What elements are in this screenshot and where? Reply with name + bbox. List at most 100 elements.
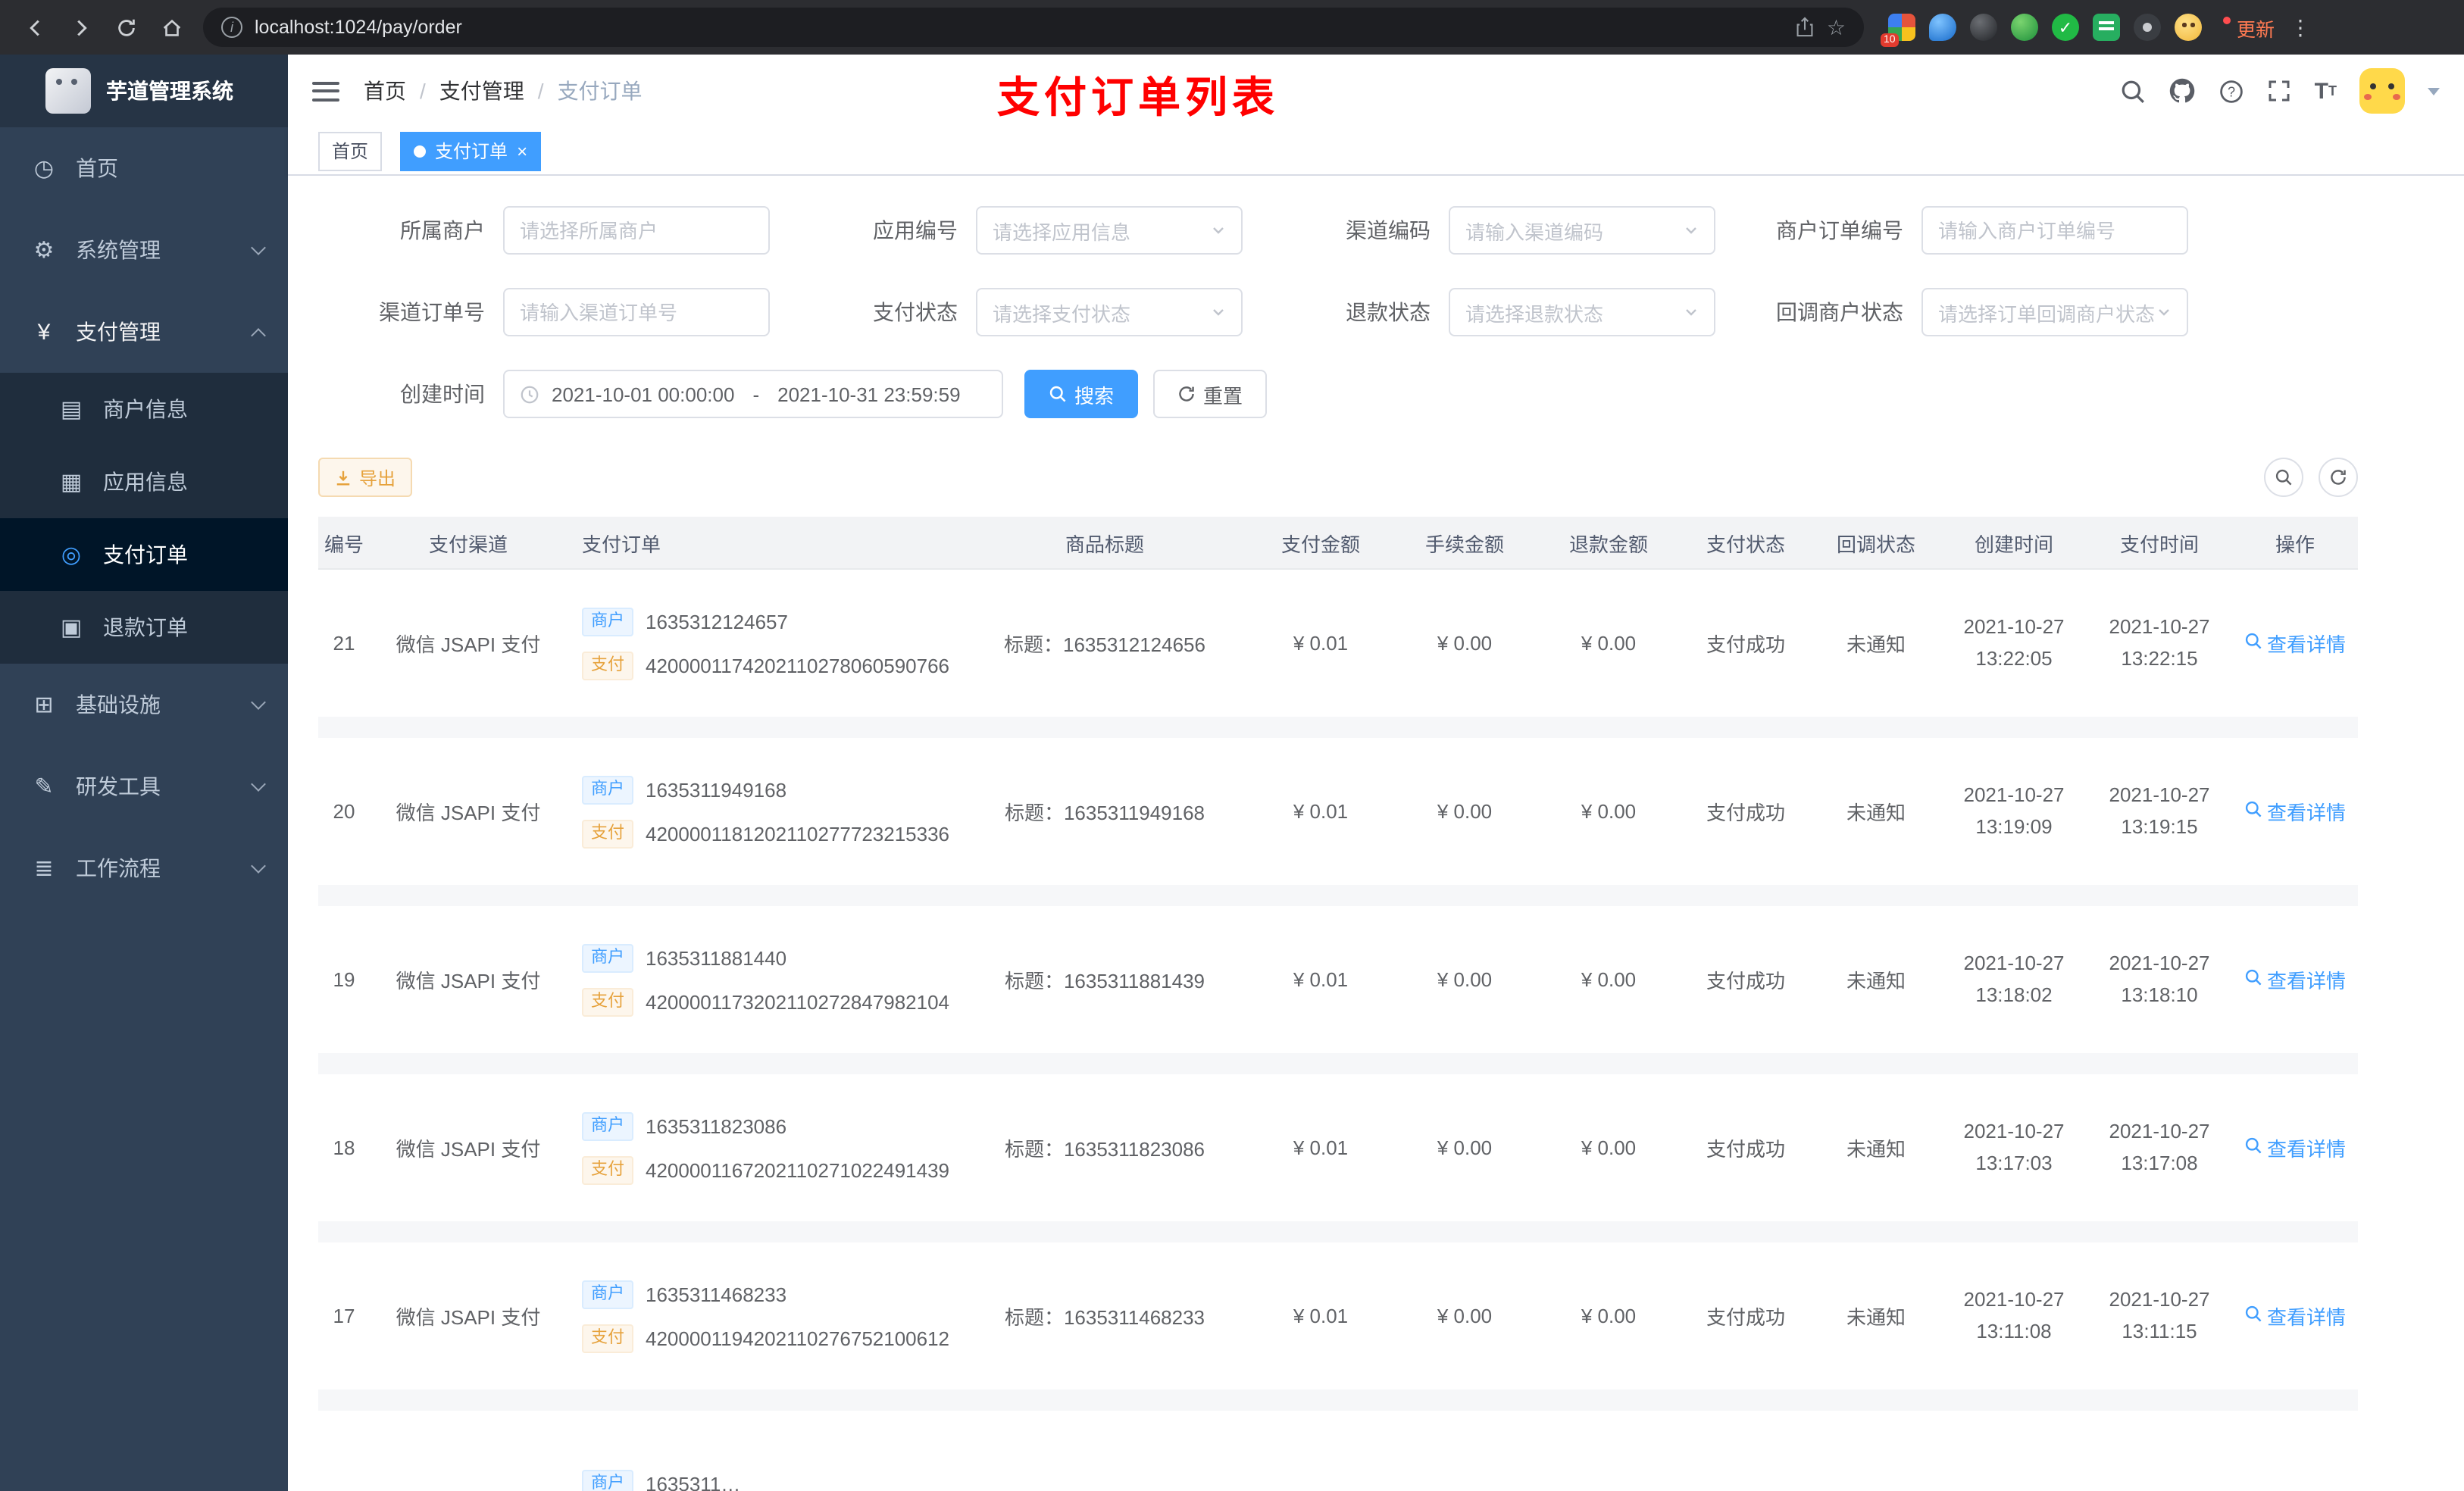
sidebar-subitem[interactable]: ▣ 退款订单 [0, 591, 288, 664]
cell-create-time: 2021-10-27 13:18:02 [1963, 951, 2065, 1005]
view-detail-link[interactable]: 查看详情 [2244, 1302, 2346, 1330]
column-header: 操作 [2275, 533, 2315, 555]
filter-label: 回调商户状态 [1776, 300, 1903, 324]
chat-extension-icon[interactable] [2093, 14, 2120, 41]
extension-icon[interactable] [2011, 14, 2038, 41]
date-range-input[interactable]: 2021-10-01 00:00:00 - 2021-10-31 23:59:5… [503, 370, 1003, 418]
sidebar-subitem[interactable]: ▤ 商户信息 [0, 373, 288, 445]
forward-icon[interactable] [61, 8, 100, 47]
cell-id: 18 [333, 1136, 355, 1159]
merchant-order-line: 商户 1635312124657 [582, 607, 788, 636]
view-detail-label: 查看详情 [2266, 970, 2346, 992]
hamburger-icon[interactable] [312, 81, 339, 101]
sidebar-item[interactable]: ✎ 研发工具 [0, 746, 288, 827]
logo-image [45, 68, 91, 114]
view-detail-link[interactable]: 查看详情 [2244, 965, 2346, 994]
pin-extension-icon[interactable] [2134, 14, 2161, 41]
cell-channel: 微信 JSAPI 支付 [396, 1138, 541, 1161]
fullscreen-icon[interactable] [2268, 79, 2292, 103]
bookmark-icon[interactable] [1827, 14, 1846, 40]
chevron-down-icon[interactable] [2428, 87, 2440, 95]
filter-select[interactable]: 请输入渠道编码 [1449, 206, 1715, 255]
site-info-icon[interactable] [221, 17, 242, 38]
date-separator: - [752, 383, 760, 405]
toggle-search-button[interactable] [2264, 458, 2303, 497]
filter-item: 回调商户状态 请选择订单回调商户状态 [1737, 288, 2209, 336]
extension-icon[interactable]: 10 [1881, 14, 1915, 47]
update-label: 更新 [2237, 19, 2275, 40]
sidebar-item[interactable]: ◷ 首页 [0, 127, 288, 209]
sidebar-item-label: 支付订单 [103, 542, 188, 567]
refresh-button[interactable] [2319, 458, 2358, 497]
filter-item: 退款状态 请选择退款状态 [1264, 288, 1737, 336]
filter-select[interactable]: 请选择退款状态 [1449, 288, 1715, 336]
search-icon[interactable] [2121, 78, 2147, 104]
sidebar-subitem[interactable]: ◎ 支付订单 [0, 518, 288, 591]
filter-input[interactable] [1921, 206, 2188, 255]
address-bar[interactable]: localhost:1024/pay/order [203, 8, 1864, 47]
reload-icon[interactable] [106, 8, 145, 47]
search-button-label: 搜索 [1074, 384, 1115, 407]
filter-row: 所属商户 应用编号 请选择应用信息 渠道编码 请输入渠道编码 商户订单编号 [318, 206, 2358, 255]
close-icon[interactable] [517, 142, 527, 160]
cell-pay-time: 2021-10-27 13:17:08 [2109, 1119, 2210, 1174]
select-placeholder: 请选择应用信息 [993, 220, 1131, 243]
cell-refund: ¥ 0.00 [1581, 1136, 1637, 1159]
extension-icon[interactable] [1929, 14, 1956, 41]
font-size-icon[interactable]: TT [2315, 80, 2337, 102]
filter-select[interactable]: 请选择支付状态 [976, 288, 1243, 336]
filter-item: 商户订单编号 [1737, 206, 2209, 255]
reset-button[interactable]: 重置 [1153, 370, 1268, 418]
sidebar-item[interactable]: ⚙ 系统管理 [0, 209, 288, 291]
user-avatar[interactable] [2359, 68, 2405, 114]
extension-icon[interactable] [1970, 14, 1997, 41]
search-button[interactable]: 搜索 [1024, 370, 1139, 418]
filter-input[interactable] [503, 288, 770, 336]
pay-tag: 支付 [582, 1155, 633, 1184]
cell-action: 查看详情 [2232, 965, 2358, 994]
url-text[interactable]: localhost:1024/pay/order [255, 17, 1784, 38]
tab-home[interactable]: 首页 [318, 131, 383, 170]
browser-update-button[interactable]: 更新 [2223, 13, 2275, 42]
filter-select[interactable]: 请选择应用信息 [976, 206, 1243, 255]
browser-profile-avatar[interactable] [2175, 14, 2202, 41]
cell-pay-order: 商户 1635311823086 支付 42000011672021102710224… [567, 1074, 961, 1221]
breadcrumb-pay-manage[interactable]: 支付管理 [439, 76, 524, 106]
cell-refund: ¥ 0.00 [1581, 800, 1637, 823]
filter-input[interactable] [503, 206, 770, 255]
merchant-order-line: 商户 1635311949168 [582, 775, 786, 804]
breadcrumb-home[interactable]: 首页 [364, 76, 406, 106]
sidebar-subitem[interactable]: ▦ 应用信息 [0, 445, 288, 518]
breadcrumb-separator [420, 79, 426, 103]
view-detail-link[interactable]: 查看详情 [2244, 1133, 2346, 1162]
tab-pay-order[interactable]: 支付订单 [400, 131, 542, 170]
app-logo[interactable]: 芋道管理系统 [0, 55, 288, 127]
filter-select[interactable]: 请选择订单回调商户状态 [1921, 288, 2188, 336]
sidebar-item[interactable]: ¥ 支付管理 [0, 291, 288, 373]
dashboard-icon: ◷ [33, 156, 55, 182]
view-detail-link[interactable]: 查看详情 [2244, 797, 2346, 826]
breadcrumb: 首页 支付管理 支付订单 [364, 76, 643, 106]
browser-menu-icon[interactable] [2290, 14, 2311, 40]
cell-channel: 微信 JSAPI 支付 [396, 1306, 541, 1329]
sidebar-item-label: 首页 [76, 156, 118, 180]
card-icon: ▤ [60, 397, 83, 423]
sidebar-item[interactable]: ⊞ 基础设施 [0, 664, 288, 746]
home-icon[interactable] [152, 8, 191, 47]
column-header: 退款金额 [1568, 533, 1648, 555]
share-icon[interactable] [1796, 17, 1815, 38]
sidebar-item[interactable]: ≣ 工作流程 [0, 827, 288, 909]
cell-amount: ¥ 0.01 [1293, 800, 1349, 823]
export-button[interactable]: 导出 [318, 458, 413, 497]
view-detail-link[interactable]: 查看详情 [2244, 629, 2346, 658]
magnifier-icon [2244, 1305, 2262, 1327]
back-icon[interactable] [15, 8, 55, 47]
row-separator [318, 1053, 2358, 1074]
vue-devtools-icon[interactable] [2052, 14, 2079, 41]
cell-amount: ¥ 0.01 [1293, 968, 1349, 991]
column-header: 编号 [324, 533, 364, 555]
filter-label: 应用编号 [873, 218, 958, 242]
help-icon[interactable]: ? [2219, 78, 2245, 104]
github-icon[interactable] [2169, 77, 2197, 105]
cell-id: 17 [333, 1305, 355, 1327]
